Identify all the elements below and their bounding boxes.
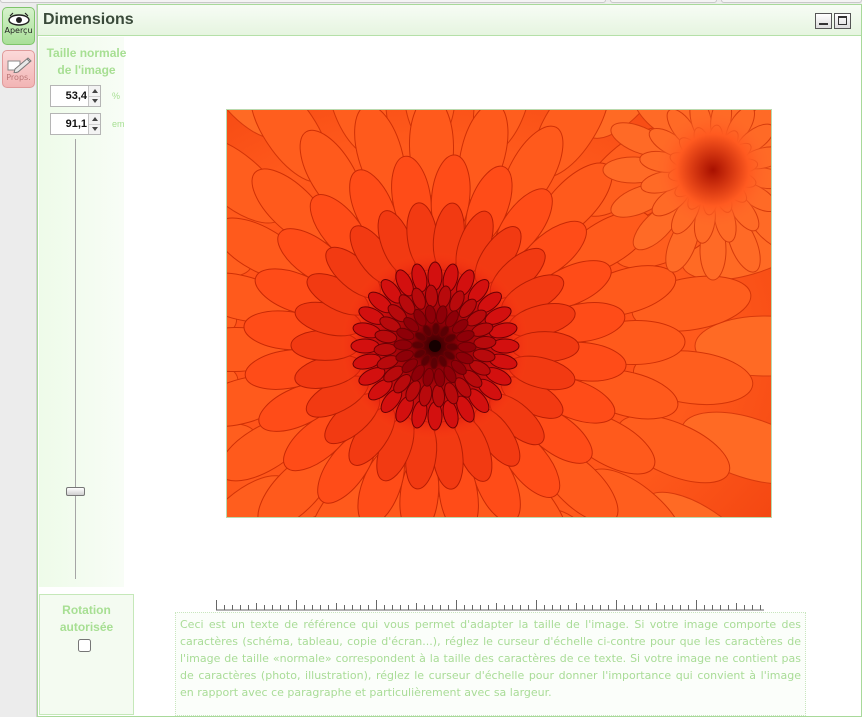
top-strip-segment: [610, 0, 717, 3]
maximize-button[interactable]: [834, 13, 851, 29]
top-strip-segment: [721, 0, 862, 3]
ruler: [216, 600, 764, 611]
petal: [457, 341, 477, 353]
em-stepper[interactable]: [50, 113, 101, 135]
scale-slider-thumb[interactable]: [66, 486, 85, 496]
percent-stepper[interactable]: [50, 85, 101, 107]
percent-down-icon[interactable]: [89, 96, 100, 106]
percent-unit: %: [112, 91, 121, 101]
minimize-button[interactable]: [815, 13, 832, 29]
percent-input[interactable]: [51, 86, 89, 106]
tab-apercu[interactable]: Aperçu: [2, 7, 35, 45]
em-up-icon[interactable]: [89, 114, 100, 124]
em-stepper-arrows: [88, 114, 100, 134]
petal: [431, 322, 440, 336]
em-unit: em: [112, 119, 125, 129]
tab-rail: Aperçu Props.: [0, 4, 37, 717]
rotation-label: Rotation autorisée: [59, 603, 114, 634]
flower-image: [227, 110, 771, 517]
tab-apercu-label: Aperçu: [4, 26, 33, 35]
percent-up-icon[interactable]: [89, 86, 100, 96]
rotation-box: Rotation autorisée: [39, 594, 134, 715]
petal: [411, 341, 425, 350]
image-preview: [226, 109, 772, 518]
percent-stepper-arrows: [88, 86, 100, 106]
petal: [430, 356, 439, 370]
petal: [445, 342, 459, 351]
dimensions-panel: Dimensions Taille normale de l'image % e…: [37, 4, 862, 717]
size-title: Taille normale de l'image: [46, 46, 127, 77]
tab-props[interactable]: Props.: [2, 50, 35, 88]
reference-paragraph: Ceci est un texte de référence qui vous …: [175, 612, 806, 716]
top-strip-segment: [0, 0, 606, 3]
em-down-icon[interactable]: [89, 124, 100, 134]
size-controls: Taille normale de l'image % em: [39, 37, 126, 587]
petal: [393, 339, 413, 351]
eye-icon: [7, 12, 30, 26]
scale-slider-track[interactable]: [75, 139, 76, 579]
pencil-icon: [7, 57, 32, 73]
em-input[interactable]: [51, 114, 89, 134]
rotation-checkbox[interactable]: [78, 639, 91, 652]
title-bar: Dimensions: [38, 5, 861, 36]
panel-title: Dimensions: [43, 11, 134, 28]
tab-props-label: Props.: [6, 73, 31, 82]
